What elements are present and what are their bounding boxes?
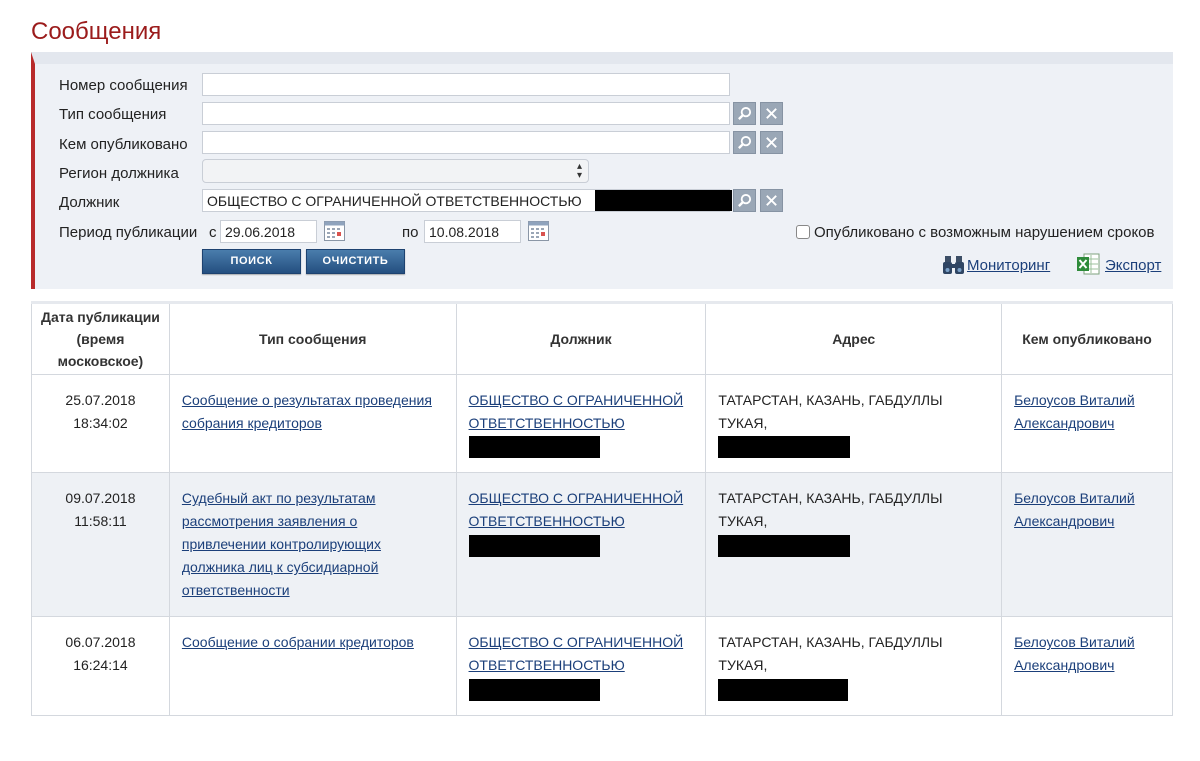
debtor-link[interactable]: ОБЩЕСТВО С ОГРАНИЧЕННОЙ ОТВЕТСТВЕННОСТЬЮ	[469, 634, 684, 673]
debtor-cell: ОБЩЕСТВО С ОГРАНИЧЕННОЙ ОТВЕТСТВЕННОСТЬЮ	[455, 373, 707, 474]
violation-checkbox[interactable]	[796, 225, 810, 239]
publisher-link[interactable]: Белоусов Виталий Александрович	[1014, 392, 1135, 431]
message-number-label: Номер сообщения	[59, 77, 188, 94]
column-header-address[interactable]: Адрес	[705, 301, 1003, 375]
debtor-cell: ОБЩЕСТВО С ОГРАНИЧЕННОЙ ОТВЕТСТВЕННОСТЬЮ	[455, 616, 707, 716]
debtor-clear-button[interactable]	[760, 189, 783, 212]
redacted-block	[468, 678, 600, 701]
magnifier-icon	[738, 193, 752, 207]
address-cell: ТАТАРСТАН, КАЗАНЬ, ГАБДУЛЛЫ ТУКАЯ,	[705, 373, 1003, 474]
date-cell: 25.07.2018 18:34:02	[31, 373, 170, 474]
debtor-link[interactable]: ОБЩЕСТВО С ОГРАНИЧЕННОЙ ОТВЕТСТВЕННОСТЬЮ	[469, 392, 684, 431]
export-link-icon[interactable]	[1076, 253, 1100, 275]
calendar-icon	[528, 221, 549, 241]
select-arrows-icon: ▴ ▾	[576, 161, 582, 181]
table-row: 25.07.2018 18:34:02 Сообщение о результа…	[31, 373, 1173, 474]
type-cell: Судебный акт по результатам рассмотрения…	[168, 472, 457, 618]
column-header-published-by[interactable]: Кем опубликовано	[1001, 301, 1173, 375]
debtor-search-button[interactable]	[733, 189, 756, 212]
message-type-search-button[interactable]	[733, 102, 756, 125]
magnifier-icon	[738, 106, 752, 120]
clear-button[interactable]: ОЧИСТИТЬ	[306, 249, 405, 274]
date-from-input[interactable]: 29.06.2018	[220, 220, 317, 243]
clear-x-icon	[766, 195, 777, 206]
published-by-label: Кем опубликовано	[59, 136, 188, 153]
to-label: по	[402, 224, 419, 241]
date-cell: 06.07.2018 16:24:14	[31, 616, 170, 716]
page-title: Сообщения	[31, 18, 162, 45]
address-text: ТАТАРСТАН, КАЗАНЬ, ГАБДУЛЛЫ ТУКАЯ,	[718, 490, 943, 530]
message-number-input[interactable]	[202, 73, 730, 96]
message-type-input[interactable]	[202, 102, 730, 125]
published-by-cell: Белоусов Виталий Александрович	[1001, 373, 1173, 474]
export-link[interactable]: Экспорт	[1105, 257, 1161, 274]
published-by-cell: Белоусов Виталий Александрович	[1001, 616, 1173, 716]
excel-icon	[1077, 253, 1100, 275]
message-type-label: Тип сообщения	[59, 106, 167, 123]
table-row: 06.07.2018 16:24:14 Сообщение о собрании…	[31, 616, 1173, 716]
column-header-type[interactable]: Тип сообщения	[168, 301, 457, 375]
date-cell: 09.07.2018 11:58:11	[31, 472, 170, 618]
row-date: 06.07.2018	[65, 634, 136, 651]
redacted-block	[718, 436, 851, 459]
column-header-debtor[interactable]: Должник	[455, 301, 707, 375]
message-type-link[interactable]: Сообщение о результатах проведения собра…	[182, 392, 432, 431]
results-table: Дата публикации (время московское) Тип с…	[31, 301, 1173, 716]
debtor-region-label: Регион должника	[59, 165, 179, 182]
published-by-input[interactable]	[202, 131, 730, 154]
search-button[interactable]: ПОИСК	[202, 249, 301, 274]
header-date-line2: (время	[76, 331, 125, 347]
address-text: ТАТАРСТАН, КАЗАНЬ, ГАБДУЛЛЫ ТУКАЯ,	[718, 392, 943, 431]
debtor-input-value: ОБЩЕСТВО С ОГРАНИЧЕННОЙ ОТВЕТСТВЕННОСТЬЮ	[207, 193, 582, 209]
type-cell: Сообщение о собрании кредиторов	[168, 616, 457, 716]
row-time: 18:34:02	[73, 415, 128, 431]
published-by-clear-button[interactable]	[760, 131, 783, 154]
message-type-link[interactable]: Сообщение о собрании кредиторов	[182, 634, 414, 650]
published-by-search-button[interactable]	[733, 131, 756, 154]
publisher-link[interactable]: Белоусов Виталий Александрович	[1014, 634, 1135, 673]
period-label: Период публикации	[59, 224, 198, 241]
monitoring-link-icon[interactable]	[943, 255, 964, 275]
debtor-link[interactable]: ОБЩЕСТВО С ОГРАНИЧЕННОЙ ОТВЕТСТВЕННОСТЬЮ	[469, 490, 684, 529]
table-header-row: Дата публикации (время московское) Тип с…	[31, 301, 1173, 375]
magnifier-icon	[738, 135, 752, 149]
redacted-block	[718, 678, 849, 701]
table-row: 09.07.2018 11:58:11 Судебный акт по резу…	[31, 472, 1173, 618]
message-type-link[interactable]: Судебный акт по результатам рассмотрения…	[182, 490, 381, 598]
debtor-label: Должник	[59, 194, 120, 211]
row-date: 09.07.2018	[65, 490, 136, 507]
date-to-input[interactable]: 10.08.2018	[424, 220, 521, 243]
from-label: с	[209, 224, 217, 241]
address-text: ТАТАРСТАН, КАЗАНЬ, ГАБДУЛЛЫ ТУКАЯ,	[718, 634, 943, 674]
redacted-block	[468, 534, 600, 557]
binoculars-icon	[943, 256, 964, 274]
calendar-icon	[324, 221, 345, 241]
message-type-clear-button[interactable]	[760, 102, 783, 125]
column-header-date[interactable]: Дата публикации (время московское)	[31, 301, 170, 375]
address-cell: ТАТАРСТАН, КАЗАНЬ, ГАБДУЛЛЫ ТУКАЯ,	[705, 472, 1003, 618]
debtor-cell: ОБЩЕСТВО С ОГРАНИЧЕННОЙ ОТВЕТСТВЕННОСТЬЮ	[455, 472, 707, 618]
address-cell: ТАТАРСТАН, КАЗАНЬ, ГАБДУЛЛЫ ТУКАЯ,	[705, 616, 1003, 716]
row-date: 25.07.2018	[65, 392, 136, 408]
published-by-cell: Белоусов Виталий Александрович	[1001, 472, 1173, 618]
publisher-link[interactable]: Белоусов Виталий Александрович	[1014, 490, 1135, 529]
redacted-block	[718, 534, 851, 557]
clear-x-icon	[766, 108, 777, 119]
violation-checkbox-label: Опубликовано с возможным нарушением срок…	[814, 224, 1155, 241]
clear-x-icon	[766, 137, 777, 148]
header-date-line1: Дата публикации	[40, 309, 160, 325]
redacted-block	[468, 436, 600, 459]
debtor-region-select[interactable]: ▴ ▾	[202, 159, 589, 183]
type-cell: Сообщение о результатах проведения собра…	[168, 373, 457, 474]
redacted-block	[595, 190, 732, 211]
calendar-to-button[interactable]	[528, 219, 549, 241]
filter-panel: Номер сообщения Тип сообщения Кем опубли…	[31, 52, 1173, 289]
row-time: 16:24:14	[73, 657, 128, 674]
calendar-from-button[interactable]	[324, 219, 345, 241]
monitoring-link[interactable]: Мониторинг	[967, 257, 1050, 274]
row-time: 11:58:11	[74, 513, 127, 530]
header-date-line3: московское)	[57, 353, 144, 369]
